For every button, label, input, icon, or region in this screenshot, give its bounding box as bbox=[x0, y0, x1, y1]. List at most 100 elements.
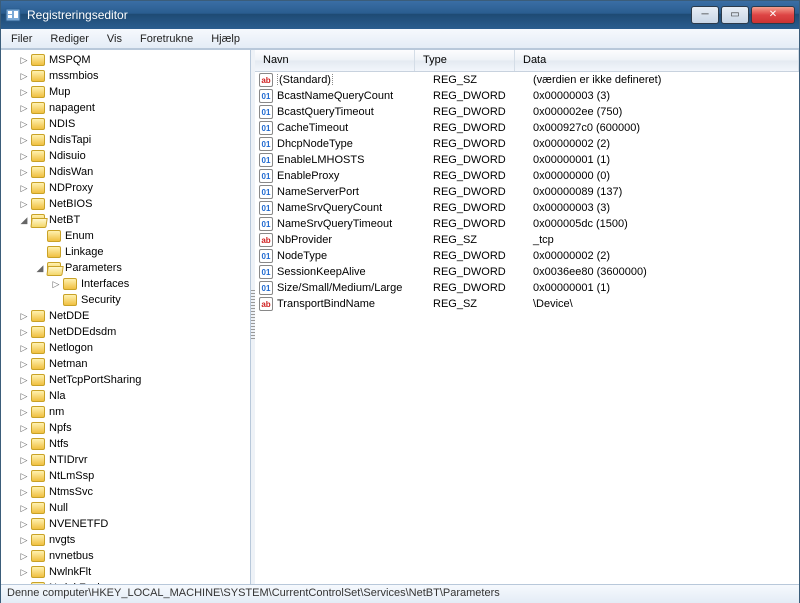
expand-icon[interactable]: ▷ bbox=[19, 407, 29, 417]
value-row[interactable]: ab(Standard)REG_SZ(værdien er ikke defin… bbox=[255, 72, 799, 88]
column-type[interactable]: Type bbox=[415, 50, 515, 71]
tree-item[interactable]: ▷NetBIOS bbox=[3, 196, 250, 212]
tree-item[interactable]: ▷NTIDrvr bbox=[3, 452, 250, 468]
menu-favorites[interactable]: Foretrukne bbox=[136, 31, 197, 47]
tree-item[interactable]: ▷ Netman bbox=[3, 356, 250, 372]
tree-item[interactable]: ▷Ndisuio bbox=[3, 148, 250, 164]
tree-item[interactable]: ◢NetBT bbox=[3, 212, 250, 228]
menu-help[interactable]: Hjælp bbox=[207, 31, 244, 47]
expand-icon[interactable]: ▷ bbox=[19, 471, 29, 481]
tree-item[interactable]: ▷Nla bbox=[3, 388, 250, 404]
expand-icon[interactable]: ▷ bbox=[19, 327, 29, 337]
tree-item[interactable]: ▷mssmbios bbox=[3, 68, 250, 84]
titlebar[interactable]: Registreringseditor ─ ▭ ✕ bbox=[1, 1, 799, 29]
tree-item[interactable]: ▷Security bbox=[3, 292, 250, 308]
tree-item[interactable]: ▷NetDDEdsdm bbox=[3, 324, 250, 340]
tree-item[interactable]: ▷Npfs bbox=[3, 420, 250, 436]
expand-icon[interactable]: ▷ bbox=[19, 151, 29, 161]
tree-item[interactable]: ▷NDIS bbox=[3, 116, 250, 132]
column-name[interactable]: Navn bbox=[255, 50, 415, 71]
tree-label: Null bbox=[49, 502, 68, 514]
expand-icon[interactable]: ▷ bbox=[19, 375, 29, 385]
tree-item[interactable]: ▷nvgts bbox=[3, 532, 250, 548]
menu-file[interactable]: Filer bbox=[7, 31, 36, 47]
expand-icon[interactable]: ◢ bbox=[35, 263, 45, 273]
value-row[interactable]: 01BcastNameQueryCountREG_DWORD0x00000003… bbox=[255, 88, 799, 104]
expand-icon[interactable]: ▷ bbox=[19, 535, 29, 545]
value-row[interactable]: 01Size/Small/Medium/LargeREG_DWORD0x0000… bbox=[255, 280, 799, 296]
value-row[interactable]: 01NodeTypeREG_DWORD0x00000002 (2) bbox=[255, 248, 799, 264]
expand-icon[interactable]: ▷ bbox=[19, 103, 29, 113]
expand-icon[interactable]: ▷ bbox=[19, 359, 29, 369]
tree-item[interactable]: ▷NdisTapi bbox=[3, 132, 250, 148]
tree-label: MSPQM bbox=[49, 54, 91, 66]
expand-icon[interactable]: ▷ bbox=[19, 567, 29, 577]
pane-splitter[interactable] bbox=[251, 50, 255, 584]
tree-label: Netman bbox=[49, 358, 88, 370]
value-row[interactable]: abTransportBindNameREG_SZ\Device\ bbox=[255, 296, 799, 312]
tree-item[interactable]: ▷NtLmSsp bbox=[3, 468, 250, 484]
column-data[interactable]: Data bbox=[515, 50, 799, 71]
menu-edit[interactable]: Rediger bbox=[46, 31, 93, 47]
expand-icon[interactable]: ▷ bbox=[19, 455, 29, 465]
tree-item[interactable]: ▷Interfaces bbox=[3, 276, 250, 292]
expand-icon[interactable]: ▷ bbox=[19, 183, 29, 193]
folder-icon bbox=[31, 310, 45, 322]
expand-icon[interactable]: ▷ bbox=[51, 279, 61, 289]
tree-item[interactable]: ▷ MSPQM bbox=[3, 52, 250, 68]
expand-icon[interactable]: ▷ bbox=[19, 167, 29, 177]
tree-item[interactable]: ▷NetTcpPortSharing bbox=[3, 372, 250, 388]
expand-icon[interactable]: ▷ bbox=[19, 135, 29, 145]
app-icon bbox=[5, 7, 21, 23]
expand-icon[interactable]: ▷ bbox=[19, 311, 29, 321]
expand-icon[interactable]: ▷ bbox=[19, 519, 29, 529]
tree-item[interactable]: ▷Enum bbox=[3, 228, 250, 244]
tree-item[interactable]: ▷NdisWan bbox=[3, 164, 250, 180]
tree-item[interactable]: ◢Parameters bbox=[3, 260, 250, 276]
expand-icon[interactable]: ▷ bbox=[19, 551, 29, 561]
tree-item[interactable]: ▷NDProxy bbox=[3, 180, 250, 196]
value-row[interactable]: 01EnableProxyREG_DWORD0x00000000 (0) bbox=[255, 168, 799, 184]
tree-item[interactable]: ▷napagent bbox=[3, 100, 250, 116]
value-row[interactable]: 01SessionKeepAliveREG_DWORD0x0036ee80 (3… bbox=[255, 264, 799, 280]
expand-icon[interactable]: ▷ bbox=[19, 503, 29, 513]
value-row[interactable]: 01DhcpNodeTypeREG_DWORD0x00000002 (2) bbox=[255, 136, 799, 152]
tree-item[interactable]: ▷NVENETFD bbox=[3, 516, 250, 532]
close-button[interactable]: ✕ bbox=[751, 6, 795, 24]
value-row[interactable]: 01NameSrvQueryTimeoutREG_DWORD0x000005dc… bbox=[255, 216, 799, 232]
tree-item[interactable]: ▷Mup bbox=[3, 84, 250, 100]
expand-icon[interactable]: ▷ bbox=[19, 87, 29, 97]
tree-item[interactable]: ▷NwlnkFlt bbox=[3, 564, 250, 580]
tree-item[interactable]: ▷NtmsSvc bbox=[3, 484, 250, 500]
tree-item[interactable]: ▷NetDDE bbox=[3, 308, 250, 324]
tree-item[interactable]: ▷nm bbox=[3, 404, 250, 420]
expand-icon[interactable]: ▷ bbox=[19, 199, 29, 209]
value-row[interactable]: abNbProviderREG_SZ_tcp bbox=[255, 232, 799, 248]
tree-scroll[interactable]: ▷ MSPQM ▷mssmbios▷Mup▷napagent▷NDIS▷NdisTa… bbox=[1, 50, 250, 584]
expand-icon[interactable]: ▷ bbox=[19, 487, 29, 497]
expand-icon[interactable]: ▷ bbox=[19, 439, 29, 449]
menu-view[interactable]: Vis bbox=[103, 31, 126, 47]
values-list[interactable]: ab(Standard)REG_SZ(værdien er ikke defin… bbox=[255, 72, 799, 584]
tree-item[interactable]: ▷ Null bbox=[3, 500, 250, 516]
value-row[interactable]: 01BcastQueryTimeoutREG_DWORD0x000002ee (… bbox=[255, 104, 799, 120]
value-row[interactable]: 01NameServerPortREG_DWORD0x00000089 (137… bbox=[255, 184, 799, 200]
value-row[interactable]: 01EnableLMHOSTSREG_DWORD0x00000001 (1) bbox=[255, 152, 799, 168]
tree-item[interactable]: ▷Linkage bbox=[3, 244, 250, 260]
maximize-button[interactable]: ▭ bbox=[721, 6, 749, 24]
expand-icon[interactable]: ▷ bbox=[19, 119, 29, 129]
tree-item[interactable]: ▷nvnetbus bbox=[3, 548, 250, 564]
expand-icon[interactable]: ▷ bbox=[19, 71, 29, 81]
expand-icon[interactable]: ▷ bbox=[19, 343, 29, 353]
expand-icon[interactable]: ◢ bbox=[19, 215, 29, 225]
tree-item[interactable]: ▷Netlogon bbox=[3, 340, 250, 356]
expand-icon[interactable]: ▷ bbox=[19, 391, 29, 401]
value-row[interactable]: 01CacheTimeoutREG_DWORD0x000927c0 (60000… bbox=[255, 120, 799, 136]
minimize-button[interactable]: ─ bbox=[691, 6, 719, 24]
value-row[interactable]: 01NameSrvQueryCountREG_DWORD0x00000003 (… bbox=[255, 200, 799, 216]
tree-item[interactable]: ▷NwlnkFwd bbox=[3, 580, 250, 584]
expand-icon[interactable]: ▷ bbox=[19, 583, 29, 584]
tree-item[interactable]: ▷Ntfs bbox=[3, 436, 250, 452]
expand-icon[interactable]: ▷ bbox=[19, 55, 29, 65]
expand-icon[interactable]: ▷ bbox=[19, 423, 29, 433]
